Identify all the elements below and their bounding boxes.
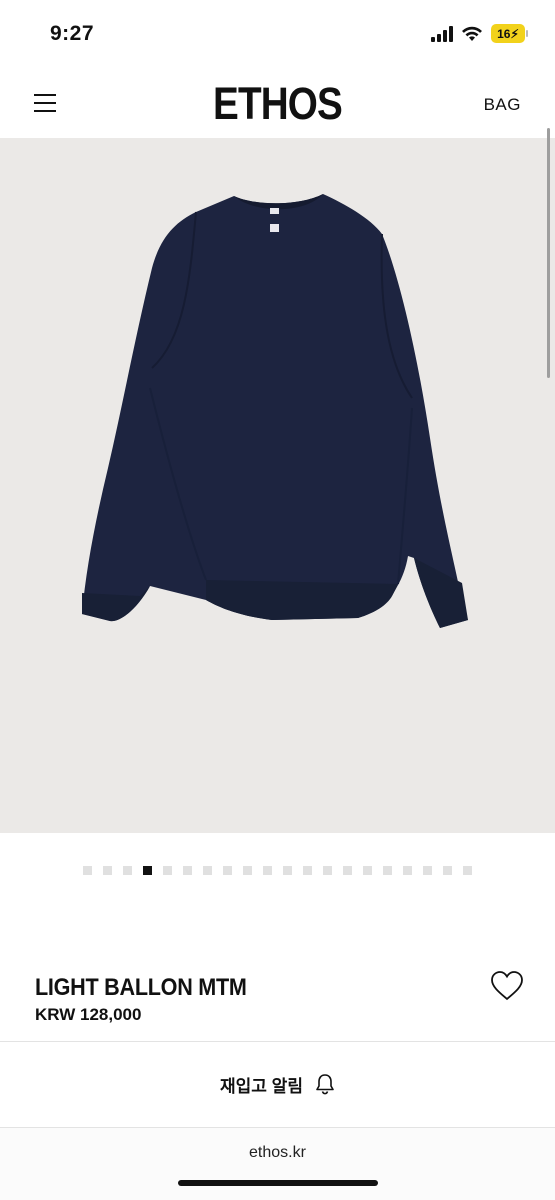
- pager-dot[interactable]: [303, 866, 312, 875]
- pager-dot[interactable]: [403, 866, 412, 875]
- pager-dot[interactable]: [383, 866, 392, 875]
- pager-dot[interactable]: [243, 866, 252, 875]
- restock-notify-button[interactable]: 재입고 알림: [0, 1042, 555, 1126]
- site-logo[interactable]: ETHOS: [39, 78, 516, 130]
- pager-dot[interactable]: [363, 866, 372, 875]
- status-bar: 9:27 16 ⚡︎: [0, 0, 555, 70]
- pager-dot[interactable]: [123, 866, 132, 875]
- pager-dot[interactable]: [103, 866, 112, 875]
- pager-dot[interactable]: [163, 866, 172, 875]
- pager-dot[interactable]: [463, 866, 472, 875]
- pager-dot[interactable]: [283, 866, 292, 875]
- pager-dot[interactable]: [423, 866, 432, 875]
- pager-dot[interactable]: [203, 866, 212, 875]
- image-pager: [0, 866, 555, 875]
- wifi-icon: [462, 26, 482, 41]
- pager-dot[interactable]: [443, 866, 452, 875]
- status-time: 9:27: [50, 22, 95, 45]
- bag-link[interactable]: BAG: [484, 95, 521, 115]
- pager-dot[interactable]: [183, 866, 192, 875]
- battery-level: 16: [497, 26, 511, 41]
- heart-outline-icon[interactable]: [490, 970, 524, 1002]
- home-indicator[interactable]: [178, 1180, 378, 1186]
- bell-icon: [316, 1074, 334, 1095]
- site-header: ETHOS BAG: [0, 70, 555, 138]
- product-image-carousel[interactable]: [0, 138, 555, 833]
- cellular-signal-icon: [431, 25, 453, 42]
- pager-dot-active[interactable]: [143, 866, 152, 875]
- page-scrollbar[interactable]: [547, 128, 550, 378]
- url-text[interactable]: ethos.kr: [0, 1144, 555, 1162]
- pager-dot[interactable]: [343, 866, 352, 875]
- product-image: [82, 194, 468, 628]
- pager-dot[interactable]: [223, 866, 232, 875]
- pager-dot[interactable]: [323, 866, 332, 875]
- status-icons: 16 ⚡︎: [431, 24, 528, 43]
- restock-label: 재입고 알림: [220, 1076, 303, 1096]
- battery-icon: 16 ⚡︎: [491, 24, 528, 43]
- pager-dot[interactable]: [83, 866, 92, 875]
- product-price: KRW 128,000: [35, 1005, 142, 1024]
- pager-dot[interactable]: [263, 866, 272, 875]
- charging-bolt-icon: ⚡︎: [510, 26, 519, 41]
- product-name: LIGHT BALLON MTM: [35, 974, 247, 1001]
- browser-address-bar[interactable]: ethos.kr: [0, 1128, 555, 1200]
